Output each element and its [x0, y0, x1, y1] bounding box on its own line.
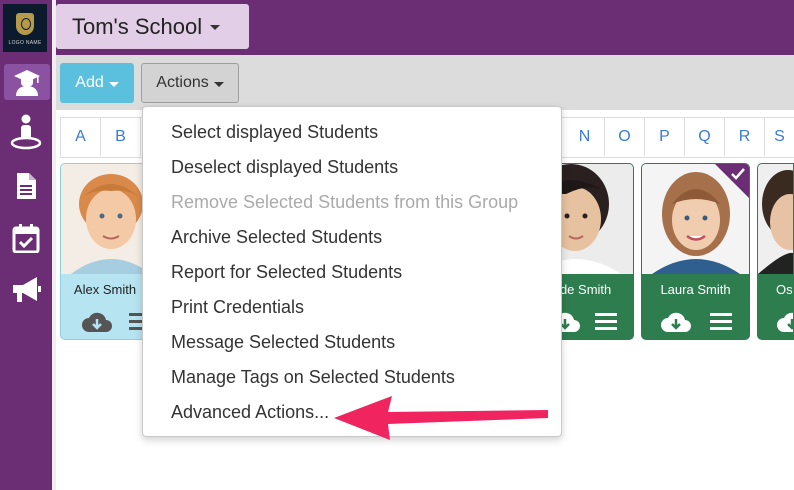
actions-button-label: Actions	[156, 74, 209, 91]
student-card-laura[interactable]: Laura Smith	[641, 163, 750, 340]
menu-item-archive[interactable]: Archive Selected Students	[171, 222, 382, 252]
annotation-arrow-icon	[334, 396, 548, 440]
card-actions	[61, 304, 149, 339]
chevron-down-icon	[210, 25, 221, 30]
school-logo[interactable]: LOGO NAME	[3, 4, 47, 52]
student-card-os[interactable]: Os	[757, 163, 794, 340]
logo-text: LOGO NAME	[8, 39, 42, 46]
letter-filter-p[interactable]: P	[645, 117, 685, 156]
calendar-check-icon	[12, 224, 40, 253]
chevron-down-icon	[108, 81, 119, 87]
graduate-icon	[14, 70, 40, 96]
sidebar-item-staff[interactable]	[0, 114, 52, 150]
letter-filter-b[interactable]: B	[101, 117, 141, 156]
menu-item-deselect-displayed[interactable]: Deselect displayed Students	[171, 152, 398, 182]
student-name: Os	[776, 281, 793, 297]
actions-button[interactable]: Actions	[141, 63, 239, 103]
sidebar-item-announcements[interactable]	[0, 272, 52, 308]
menu-item-select-displayed[interactable]: Select displayed Students	[171, 117, 378, 147]
menu-item-report[interactable]: Report for Selected Students	[171, 257, 402, 287]
student-card-alex[interactable]: Alex Smith	[60, 163, 150, 340]
cloud-download-icon[interactable]	[776, 310, 794, 334]
letter-filter-n[interactable]: N	[565, 117, 605, 156]
menu-item-print-credentials[interactable]: Print Credentials	[171, 292, 304, 322]
crest-icon	[16, 12, 34, 35]
menu-icon[interactable]	[595, 312, 617, 332]
student-photo	[61, 164, 149, 274]
cloud-download-icon[interactable]	[81, 310, 113, 334]
check-icon	[731, 168, 745, 180]
letter-filter-s[interactable]: S	[765, 117, 794, 156]
menu-item-message[interactable]: Message Selected Students	[171, 327, 395, 357]
student-name: Laura Smith	[660, 281, 731, 297]
letter-filter-o[interactable]: O	[605, 117, 645, 156]
letter-filter-q[interactable]: Q	[685, 117, 725, 156]
sidebar-item-documents[interactable]	[0, 168, 52, 204]
card-actions	[642, 304, 749, 339]
student-name: Alex Smith	[73, 281, 137, 297]
cloud-download-icon[interactable]	[660, 310, 692, 334]
card-actions	[758, 304, 794, 339]
school-name: Tom's School	[72, 13, 203, 39]
school-selector[interactable]: Tom's School	[56, 4, 249, 49]
sidebar-item-attendance[interactable]	[0, 220, 52, 256]
student-photo	[758, 164, 793, 274]
menu-item-advanced-actions[interactable]: Advanced Actions...	[171, 397, 329, 427]
menu-item-remove-from-group: Remove Selected Students from this Group	[171, 191, 519, 212]
document-icon	[17, 173, 36, 199]
letter-filter-a[interactable]: A	[61, 117, 101, 156]
sidebar-item-students[interactable]	[4, 64, 50, 100]
megaphone-icon	[13, 277, 41, 302]
letter-filter-r[interactable]: R	[725, 117, 765, 156]
add-button-label: Add	[75, 74, 104, 91]
menu-icon[interactable]	[710, 312, 732, 332]
add-button[interactable]: Add	[60, 63, 134, 103]
person-pin-icon	[10, 114, 42, 150]
chevron-down-icon	[213, 81, 224, 87]
